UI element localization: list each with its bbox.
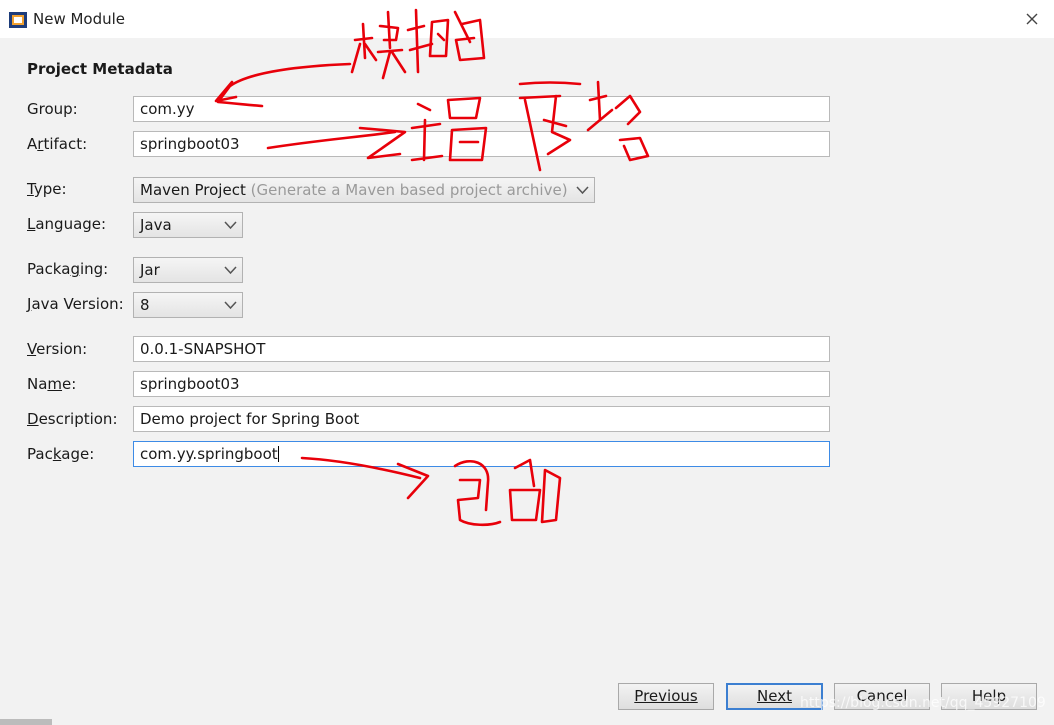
chevron-down-icon [576, 186, 589, 195]
title-bar: New Module [0, 0, 1054, 38]
packaging-label: Packaging: [27, 260, 109, 278]
language-select-value: Java [140, 216, 172, 234]
type-select-value: Maven Project [140, 181, 246, 199]
java-version-label: Java Version: [27, 295, 124, 313]
artifact-field[interactable]: springboot03 [133, 131, 830, 157]
type-select[interactable]: Maven Project (Generate a Maven based pr… [133, 177, 595, 203]
java-version-select[interactable]: 8 [133, 292, 243, 318]
chevron-down-icon [224, 301, 237, 310]
package-label: Package: [27, 445, 95, 463]
description-field[interactable]: Demo project for Spring Boot [133, 406, 830, 432]
type-select-hint: (Generate a Maven based project archive) [250, 181, 568, 199]
close-button[interactable] [1018, 8, 1046, 30]
packaging-select-value: Jar [140, 261, 160, 279]
window-title: New Module [33, 10, 126, 28]
watermark: https://blog.csdn.net/qq_45927109 [800, 695, 1046, 711]
name-label: Name: [27, 375, 77, 393]
java-version-select-value: 8 [140, 296, 150, 314]
package-field[interactable]: com.yy.springboot [133, 441, 830, 467]
chevron-down-icon [224, 221, 237, 230]
intellij-app-icon [9, 12, 27, 28]
chevron-down-icon [224, 266, 237, 275]
type-label: Type: [27, 180, 67, 198]
section-title: Project Metadata [27, 60, 173, 78]
previous-button-label: Previous [634, 687, 698, 705]
group-field[interactable]: com.yy [133, 96, 830, 122]
group-label: Group: [27, 100, 78, 118]
previous-button[interactable]: Previous [618, 683, 714, 710]
description-label: Description: [27, 410, 118, 428]
packaging-select[interactable]: Jar [133, 257, 243, 283]
name-field[interactable]: springboot03 [133, 371, 830, 397]
bottom-strip [0, 719, 52, 725]
next-button-label: Next [757, 687, 792, 705]
text-caret [277, 446, 279, 462]
version-label: Version: [27, 340, 88, 358]
artifact-label: Artifact: [27, 135, 88, 153]
close-icon [1026, 13, 1038, 25]
language-label: Language: [27, 215, 107, 233]
package-field-value: com.yy.springboot [140, 445, 278, 463]
language-select[interactable]: Java [133, 212, 243, 238]
version-field[interactable]: 0.0.1-SNAPSHOT [133, 336, 830, 362]
